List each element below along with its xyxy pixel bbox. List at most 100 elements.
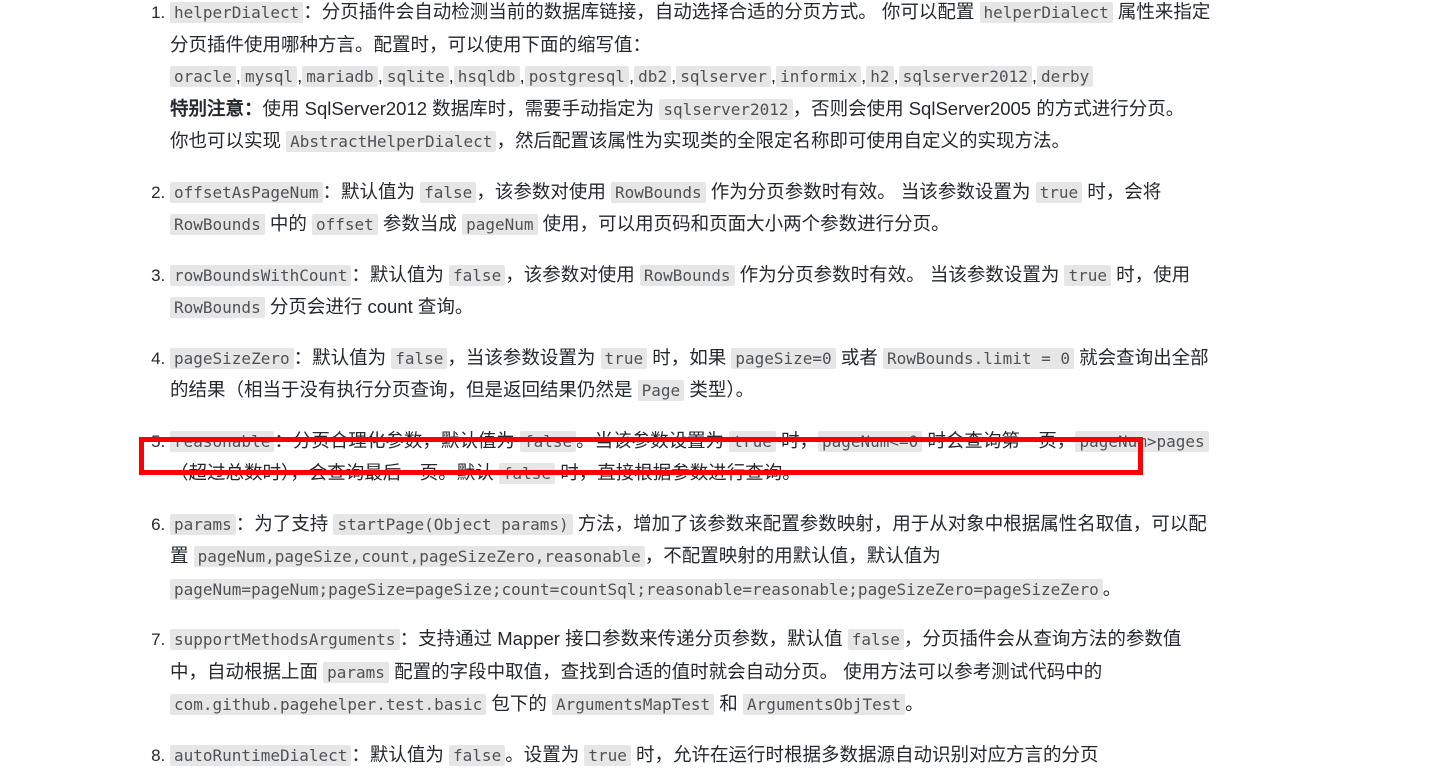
- item6-t4: 。: [1102, 577, 1122, 599]
- item7-t3: 配置的字段中取值，查找到合适的值时就会自动分页。 使用方法可以参考测试代码中的: [388, 660, 1103, 682]
- code-test-basic-package: com.github.pagehelper.test.basic: [170, 694, 487, 715]
- list-item-params: params：为了支持 startPage(Object params) 方法，…: [170, 508, 1215, 606]
- item2-t1: ：默认值为: [322, 180, 421, 202]
- item7-t1: ：支持通过 Mapper 接口参数来传递分页参数，默认值: [399, 628, 848, 649]
- code-dialect-postgresql: postgresql: [524, 66, 630, 87]
- code-Page: Page: [637, 380, 685, 401]
- item5-t2: 。当该参数设置为: [576, 429, 730, 451]
- code-true-4: true: [600, 347, 648, 369]
- list-item-helperDialect: helperDialect：分页插件会自动检测当前的数据库链接，自动选择合适的分…: [170, 0, 1215, 158]
- item2-t6: 参数当成: [377, 213, 463, 234]
- item5-t6: 时，直接根据参数进行查询。: [555, 462, 801, 483]
- code-dialect-derby: derby: [1037, 66, 1094, 87]
- code-true-3: true: [1064, 264, 1111, 286]
- code-false-8: false: [449, 744, 506, 766]
- code-true-5: true: [729, 430, 776, 452]
- code-dialect-sqlite: sqlite: [382, 66, 449, 87]
- code-RowBounds-3b: RowBounds: [170, 297, 265, 318]
- code-AbstractHelperDialect: AbstractHelperDialect: [286, 131, 497, 152]
- code-RowBounds-3: RowBounds: [639, 264, 735, 286]
- code-dialect-mysql: mysql: [240, 66, 298, 87]
- list-item-supportMethodsArguments: supportMethodsArguments：支持通过 Mapper 接口参数…: [170, 623, 1215, 721]
- item1-text-a: ：分页插件会自动检测当前的数据库链接，自动选择合适的分页方式。 你可以配置: [303, 1, 980, 22]
- code-true: true: [1035, 181, 1083, 203]
- item8-t3: 时，允许在运行时根据多数据源自动识别对应方言的分页: [630, 743, 1099, 765]
- list-item-rowBoundsWithCount: rowBoundsWithCount：默认值为 false，该参数对使用 Row…: [170, 259, 1215, 324]
- item3-t5: 分页会进行 count 查询。: [264, 296, 474, 317]
- code-dialect-hsqldb: hsqldb: [453, 66, 520, 87]
- code-offsetAsPageNum: offsetAsPageNum: [170, 181, 323, 203]
- custom-impl-text-b: ，然后配置该属性为实现类的全限定名称即可使用自定义的实现方法。: [496, 130, 1070, 151]
- code-dialect-db2: db2: [634, 66, 672, 87]
- code-pageSizeZero: pageSizeZero: [170, 347, 294, 369]
- code-RowBounds: RowBounds: [610, 181, 706, 203]
- item7-t6: 。: [905, 693, 924, 714]
- item4-t2: ，当该参数设置为: [447, 346, 601, 368]
- item4-t1: ：默认值为: [293, 346, 392, 368]
- code-dialect-h2: h2: [866, 66, 894, 87]
- special-note: 特别注意：使用 SqlServer2012 数据库时，需要手动指定为 sqlse…: [170, 93, 1215, 126]
- dialect-list: oracle, mysql, mariadb, sqlite, hsqldb, postg…: [170, 60, 1215, 93]
- special-note-text-b: ，否则会使用 SqlServer2005 的方式进行分页。: [792, 97, 1185, 119]
- list-item-pageSizeZero: pageSizeZero：默认值为 false，当该参数设置为 true 时，如…: [170, 342, 1215, 407]
- code-rowbounds-limit: RowBounds.limit = 0: [882, 347, 1074, 369]
- document-body: helperDialect：分页插件会自动检测当前的数据库链接，自动选择合适的分…: [0, 0, 1431, 773]
- code-startPage: startPage(Object params): [333, 513, 573, 535]
- code-ArgumentsMapTest: ArgumentsMapTest: [552, 694, 715, 715]
- item2-t2: ，该参数对使用: [476, 180, 611, 202]
- list-item-reasonable: reasonable：分页合理化参数，默认值为 false。当该参数设置为 tr…: [170, 425, 1215, 490]
- item4-t4: 或者: [835, 346, 883, 368]
- item4-t6: 类型）。: [684, 379, 755, 400]
- item7-t5: 和: [714, 693, 743, 714]
- code-supportMethodsArguments: supportMethodsArguments: [170, 629, 400, 650]
- item7-t4: 包下的: [486, 693, 553, 714]
- item4-t3: 时，如果: [647, 346, 732, 368]
- list-item-autoRuntimeDialect: autoRuntimeDialect：默认值为 false。设置为 true 时…: [170, 739, 1215, 772]
- code-rowBoundsWithCount: rowBoundsWithCount: [170, 264, 352, 286]
- code-dialect-mariadb: mariadb: [302, 66, 378, 87]
- code-dialect-sqlserver2012: sqlserver2012: [898, 66, 1032, 87]
- code-sqlserver2012: sqlserver2012: [659, 98, 793, 120]
- item2-t3: 作为分页参数时有效。 当该参数设置为: [705, 180, 1036, 202]
- item2-t5: 中的: [264, 213, 312, 234]
- code-false-5: false: [519, 430, 577, 452]
- item3-t1: ：默认值为: [351, 263, 450, 285]
- code-dialect-sqlserver: sqlserver: [676, 66, 771, 87]
- item5-t3: 时，: [775, 429, 818, 451]
- code-helperDialect: helperDialect: [170, 2, 304, 23]
- code-params-mapping: pageNum,pageSize,count,pageSizeZero,reas…: [193, 546, 645, 567]
- item8-t2: 。设置为: [505, 743, 585, 765]
- code-false-5b: false: [498, 463, 556, 484]
- item8-t1: ：默认值为: [351, 743, 450, 765]
- item5-t1: ：分页合理化参数，默认值为: [274, 429, 520, 451]
- code-false-4: false: [391, 347, 448, 369]
- item2-t7: 使用，可以用页码和页面大小两个参数进行分页。: [537, 213, 950, 234]
- item3-t2: ，该参数对使用: [505, 263, 640, 285]
- code-pageSize-zero: pageSize=0: [731, 347, 836, 369]
- custom-impl-text-a: 你也可以实现: [170, 130, 287, 151]
- code-pageNum: pageNum: [462, 214, 538, 235]
- code-true-8: true: [584, 744, 631, 766]
- item3-t3: 作为分页参数时有效。 当该参数设置为: [734, 263, 1065, 285]
- code-params-defaults: pageNum=pageNum;pageSize=pageSize;count=…: [170, 578, 1103, 600]
- code-RowBounds-2: RowBounds: [170, 214, 265, 235]
- code-dialect-oracle: oracle: [170, 66, 236, 87]
- code-pageNum-gt-pages: pageNum>pages: [1075, 430, 1209, 452]
- item6-t3: ，不配置映射的用默认值，默认值为: [644, 545, 941, 566]
- special-note-text-a: 使用 SqlServer2012 数据库时，需要手动指定为: [262, 97, 660, 119]
- code-autoRuntimeDialect: autoRuntimeDialect: [170, 744, 352, 766]
- code-false: false: [420, 181, 477, 203]
- item2-t4: 时，会将: [1082, 180, 1162, 202]
- item3-t4: 时，使用: [1111, 263, 1191, 285]
- code-false-7: false: [847, 629, 904, 650]
- special-note-label: 特别注意：: [170, 97, 263, 119]
- code-params-7: params: [323, 661, 389, 683]
- custom-impl-note: 你也可以实现 AbstractHelperDialect ，然后配置该属性为实现类…: [170, 125, 1215, 158]
- item5-t4: 时会查询第一页，: [922, 429, 1076, 451]
- code-ArgumentsObjTest: ArgumentsObjTest: [742, 694, 906, 715]
- code-helperDialect-inline: helperDialect: [979, 2, 1113, 23]
- code-false-3: false: [449, 264, 506, 286]
- code-pageNum-lte-0: pageNum<=0: [817, 430, 923, 452]
- item5-t5: （超过总数时），会查询最后一页。默认: [170, 462, 499, 483]
- item6-t1: ：为了支持: [235, 512, 334, 534]
